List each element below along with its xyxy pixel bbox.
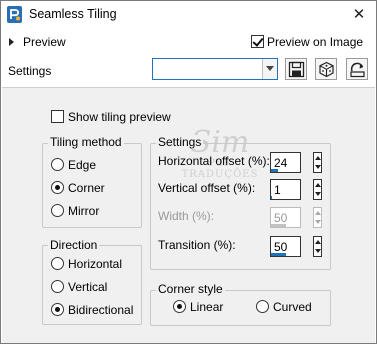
settings-group-title: Settings bbox=[156, 135, 204, 149]
close-icon[interactable]: ✕ bbox=[346, 3, 372, 27]
expand-triangle-icon[interactable] bbox=[9, 38, 14, 46]
direction-horizontal-label[interactable]: Horizontal bbox=[68, 257, 122, 271]
tiling-method-title: Tiling method bbox=[48, 135, 124, 149]
tiling-edge-label[interactable]: Edge bbox=[68, 158, 96, 172]
randomize-button[interactable] bbox=[315, 58, 337, 80]
chevron-down-icon[interactable] bbox=[262, 59, 277, 79]
tiling-corner-label[interactable]: Corner bbox=[68, 181, 105, 195]
horizontal-offset-stepper[interactable] bbox=[313, 152, 322, 173]
width-input: 50 bbox=[270, 207, 301, 228]
settings-preset-label: Settings bbox=[8, 64, 52, 78]
corner-linear-radio[interactable] bbox=[173, 300, 186, 313]
save-preset-icon bbox=[288, 61, 305, 78]
transition-label: Transition (%): bbox=[158, 238, 236, 252]
vertical-offset-stepper[interactable] bbox=[313, 179, 322, 200]
corner-style-title: Corner style bbox=[156, 282, 225, 296]
show-tiling-preview-checkbox[interactable] bbox=[51, 110, 64, 123]
vertical-offset-label: Vertical offset (%): bbox=[158, 181, 256, 195]
tiling-corner-radio[interactable] bbox=[51, 181, 64, 194]
seamless-tiling-dialog: Seamless Tiling ✕ Preview Preview on Ima… bbox=[0, 0, 377, 344]
direction-vertical-radio[interactable] bbox=[51, 280, 64, 293]
corner-linear-label[interactable]: Linear bbox=[190, 300, 223, 314]
corner-curved-radio[interactable] bbox=[256, 300, 269, 313]
vertical-offset-fill bbox=[271, 196, 272, 199]
direction-vertical-label[interactable]: Vertical bbox=[68, 280, 107, 294]
reset-icon bbox=[350, 62, 365, 78]
transition-stepper[interactable] bbox=[313, 236, 322, 257]
preview-toggle-label[interactable]: Preview bbox=[23, 35, 66, 49]
reset-button[interactable] bbox=[346, 58, 368, 80]
randomize-icon bbox=[319, 61, 334, 78]
horizontal-offset-fill bbox=[271, 169, 278, 172]
width-fill bbox=[271, 224, 286, 227]
preset-combobox[interactable] bbox=[152, 58, 278, 80]
corner-curved-label[interactable]: Curved bbox=[273, 300, 312, 314]
preview-on-image-checkbox[interactable] bbox=[251, 35, 264, 48]
direction-horizontal-radio[interactable] bbox=[51, 257, 64, 270]
direction-title: Direction bbox=[48, 238, 100, 252]
title-bar: Seamless Tiling ✕ bbox=[1, 1, 376, 29]
show-tiling-preview-label[interactable]: Show tiling preview bbox=[68, 110, 171, 124]
tiling-mirror-label[interactable]: Mirror bbox=[68, 204, 99, 218]
horizontal-offset-input[interactable]: 24 bbox=[270, 152, 301, 173]
tiling-mirror-radio[interactable] bbox=[51, 204, 64, 217]
paintshop-app-icon bbox=[7, 6, 22, 23]
direction-bidirectional-radio[interactable] bbox=[51, 303, 64, 316]
window-title: Seamless Tiling bbox=[29, 7, 117, 21]
save-preset-button[interactable] bbox=[285, 58, 307, 80]
width-label: Width (%): bbox=[158, 209, 215, 223]
direction-bidirectional-label[interactable]: Bidirectional bbox=[68, 303, 133, 317]
width-stepper bbox=[313, 207, 322, 228]
tiling-edge-radio[interactable] bbox=[51, 158, 64, 171]
preview-on-image-label[interactable]: Preview on Image bbox=[267, 35, 363, 49]
vertical-offset-input[interactable]: 1 bbox=[270, 179, 301, 200]
transition-input[interactable]: 50 bbox=[270, 236, 301, 257]
horizontal-offset-label: Horizontal offset (%): bbox=[158, 154, 270, 168]
transition-fill bbox=[271, 253, 286, 256]
settings-panel: Sim PSP TRADUÇÕES Show tiling preview Ti… bbox=[2, 87, 375, 343]
